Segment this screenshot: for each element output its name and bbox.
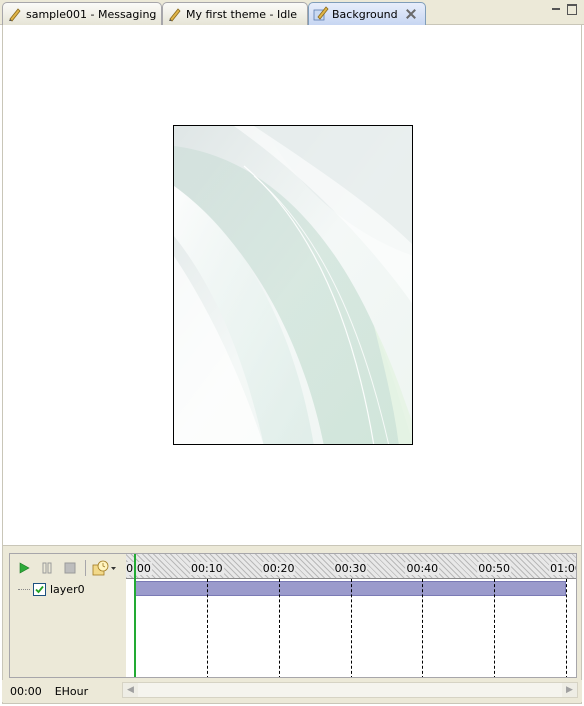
- pause-icon[interactable]: [37, 558, 57, 578]
- stop-icon[interactable]: [60, 558, 80, 578]
- layer-row[interactable]: layer0: [18, 583, 85, 596]
- tab-background[interactable]: Background: [308, 2, 426, 25]
- timeline-view: layer0 00:00 00:10 00:20 00:30 00:40 00:50 01:…: [9, 553, 577, 678]
- background-artwork: [174, 126, 412, 444]
- ruler-tick-label: 00:00: [126, 562, 152, 575]
- ruler-tick-label: 01:00: [549, 562, 576, 575]
- timeline-gridline: [422, 579, 424, 677]
- timeline-toolbar: [14, 558, 122, 578]
- time-ruler[interactable]: 00:00 00:10 00:20 00:30 00:40 00:50 01:00: [126, 554, 576, 579]
- maximize-icon[interactable]: [566, 3, 578, 15]
- tab-label: My first theme - Idle: [186, 7, 298, 21]
- scroll-left-icon[interactable]: ◀: [123, 683, 138, 697]
- theme-pencil-icon: [7, 6, 23, 22]
- minimize-icon[interactable]: [550, 3, 562, 15]
- current-time: 00:00: [10, 684, 42, 698]
- play-icon[interactable]: [14, 558, 34, 578]
- editor-canvas[interactable]: [2, 25, 582, 545]
- tab-label: Background: [332, 7, 398, 21]
- close-icon[interactable]: [406, 9, 416, 19]
- editor-tab-bar: sample001 - Messaging My first theme - I…: [0, 0, 584, 25]
- layer-visibility-checkbox[interactable]: [33, 583, 46, 596]
- layer-name: layer0: [50, 583, 85, 596]
- timeline-gridline: [566, 579, 567, 677]
- background-image-preview[interactable]: [173, 125, 413, 445]
- status-bar: 00:00 EHour ◀ ▶: [2, 680, 582, 702]
- timeline-gridline: [278, 579, 280, 677]
- horizontal-scrollbar[interactable]: ◀ ▶: [122, 682, 578, 698]
- window-controls: [550, 3, 578, 15]
- tab-my-first-theme-idle[interactable]: My first theme - Idle: [162, 2, 308, 25]
- tree-connector: [18, 589, 30, 590]
- tab-label: sample001 - Messaging: [26, 7, 157, 21]
- scroll-right-icon[interactable]: ▶: [562, 683, 577, 697]
- ruler-tick-label: 00:50: [477, 562, 512, 575]
- timeline-gridline: [494, 579, 496, 677]
- ruler-tick-label: 00:30: [333, 562, 368, 575]
- toolbar-separator: [85, 560, 86, 576]
- playhead[interactable]: [134, 554, 136, 677]
- ruler-tick-label: 00:10: [189, 562, 224, 575]
- timeline-tracks[interactable]: 00:00 00:10 00:20 00:30 00:40 00:50 01:00: [126, 554, 576, 677]
- time-unit: EHour: [54, 684, 89, 698]
- layer-tree: layer0: [10, 554, 126, 677]
- tab-sample001-messaging[interactable]: sample001 - Messaging: [2, 2, 162, 25]
- timeline-gridline: [350, 579, 352, 677]
- image-edit-icon: [313, 6, 329, 22]
- clock-dropdown-icon[interactable]: [91, 558, 119, 578]
- timeline-gridline: [206, 579, 208, 677]
- ruler-tick-label: 00:40: [405, 562, 440, 575]
- ruler-tick-label: 00:20: [261, 562, 296, 575]
- theme-pencil-icon: [167, 6, 183, 22]
